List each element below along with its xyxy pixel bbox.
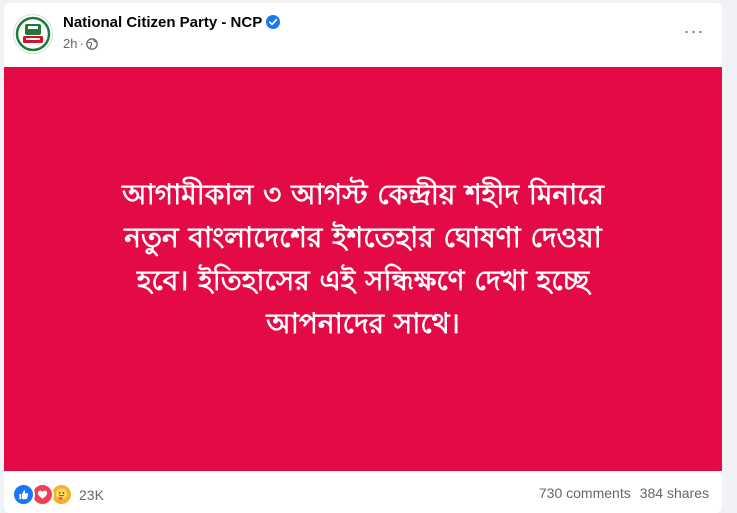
post-image-line: আপনাদের সাথে। <box>266 307 460 340</box>
post-meta: 2h · <box>63 36 98 51</box>
meta-separator: · <box>79 36 84 51</box>
more-options-button[interactable]: ··· <box>680 17 708 45</box>
shares-count[interactable]: 384 shares <box>640 485 709 501</box>
reactions-summary[interactable]: 23K <box>12 483 104 506</box>
engagement-counts: 730 comments 384 shares <box>539 485 709 501</box>
globe-icon[interactable] <box>85 38 98 50</box>
ncp-logo-icon <box>15 16 51 52</box>
reaction-count: 23K <box>79 486 104 503</box>
like-icon <box>12 483 35 506</box>
more-options-icon: ··· <box>683 20 705 41</box>
post-timestamp[interactable]: 2h <box>63 36 77 51</box>
post-image-line: আগামীকাল ৩ আগস্ট কেন্দ্রীয় শহীদ মিনারে <box>122 178 604 211</box>
post-image[interactable]: আগামীকাল ৩ আগস্ট কেন্দ্রীয় শহীদ মিনারে … <box>4 67 722 471</box>
page-name[interactable]: National Citizen Party - NCP <box>63 14 281 31</box>
page-avatar[interactable] <box>13 14 53 54</box>
verified-badge-icon <box>266 15 281 29</box>
post-image-text: আগামীকাল ৩ আগস্ট কেন্দ্রীয় শহীদ মিনারে … <box>23 173 703 345</box>
post-image-line: নতুন বাংলাদেশের ইশতেহার ঘোষণা দেওয়া <box>124 221 602 254</box>
post-image-line: হবে। ইতিহাসের এই সন্ধিক্ষণে দেখা হচ্ছে <box>136 264 590 297</box>
post-card: National Citizen Party - NCP 2h · ··· আগা… <box>4 3 722 513</box>
page-name-text[interactable]: National Citizen Party - NCP <box>63 14 262 31</box>
post-stats-bar: 23K 730 comments 384 shares <box>4 471 722 513</box>
comments-count[interactable]: 730 comments <box>539 485 631 501</box>
post-header: National Citizen Party - NCP 2h · ··· <box>4 3 722 65</box>
